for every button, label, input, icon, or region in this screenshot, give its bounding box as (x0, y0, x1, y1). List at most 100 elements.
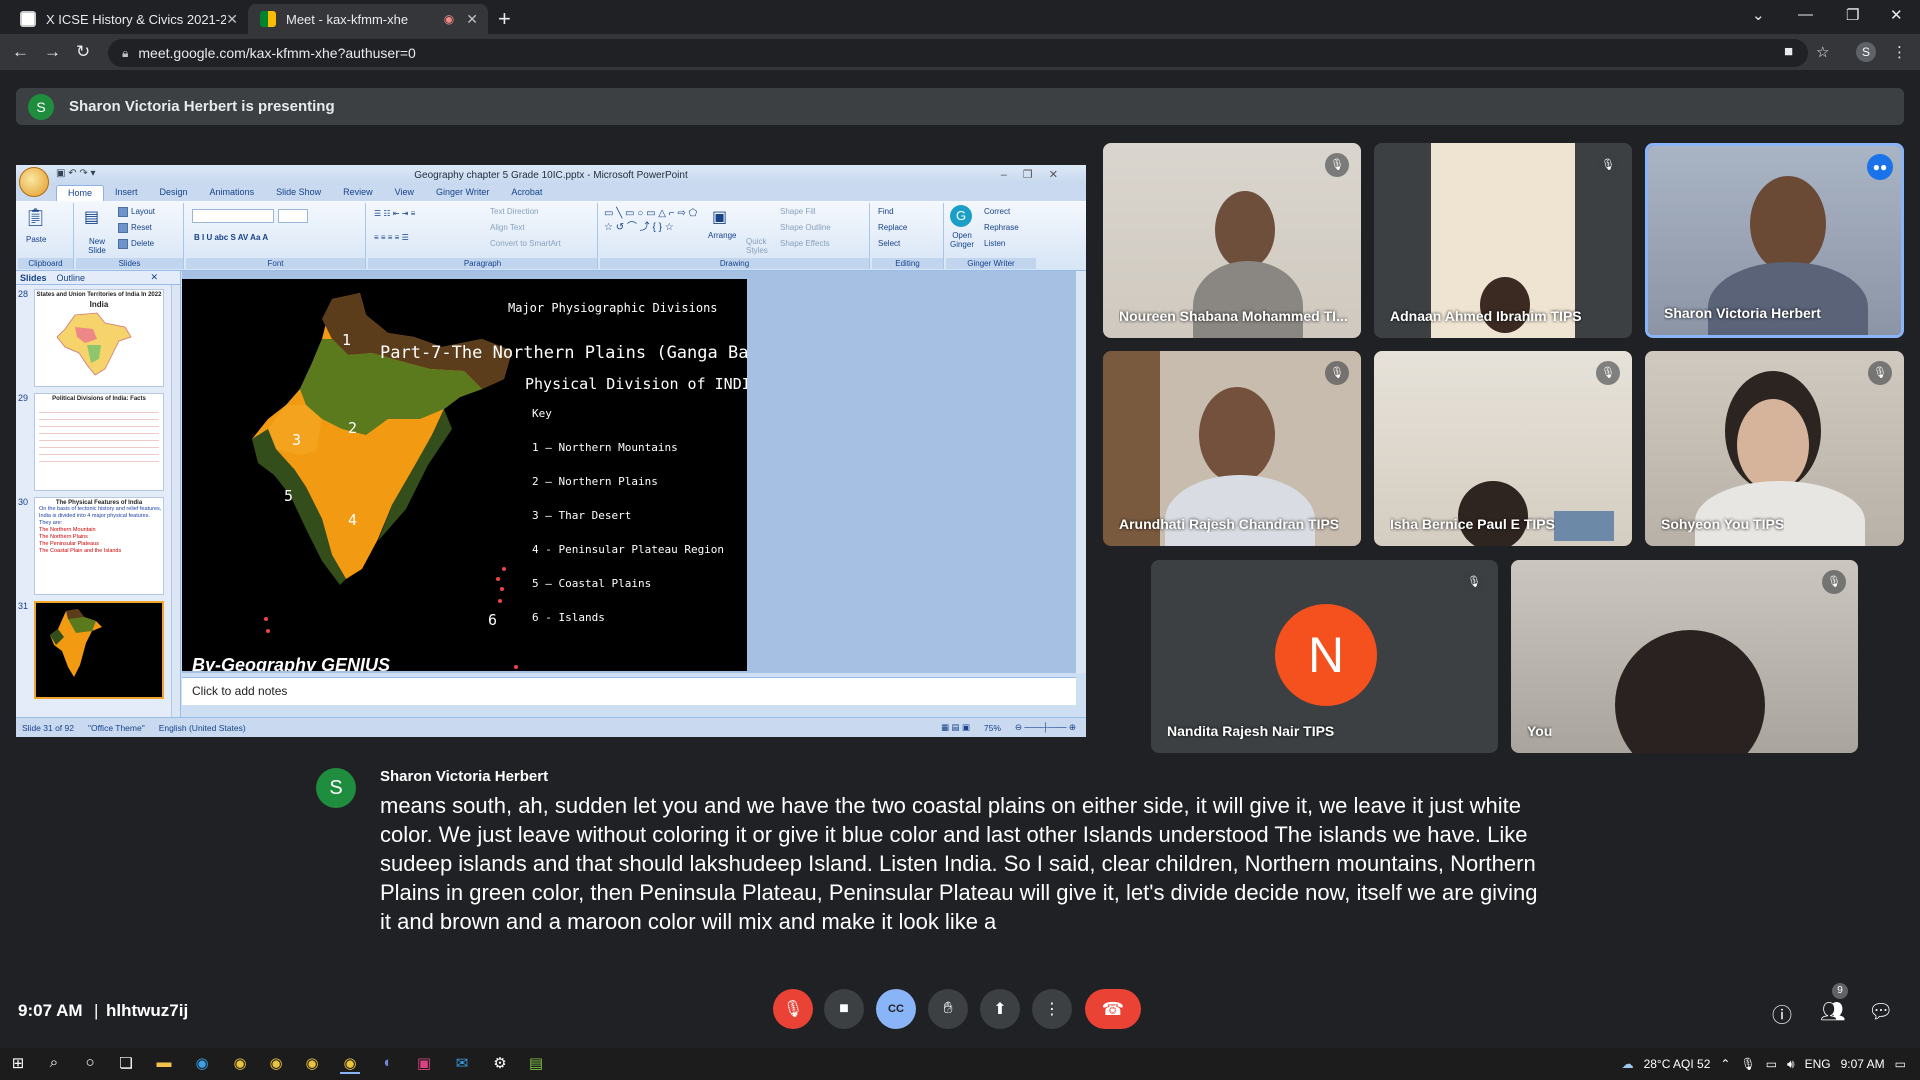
back-icon[interactable]: ← (12, 42, 29, 62)
participant-name: Sharon Victoria Herbert (1664, 305, 1821, 321)
microphone-icon: 🎙︎ (1740, 1057, 1756, 1071)
more-options-button[interactable]: ⋮ (1032, 989, 1072, 1029)
ribbon: 📋︎ Paste Clipboard ▤ New Slide Layout Re… (16, 201, 1086, 271)
reload-icon[interactable]: ↻ (76, 42, 90, 62)
chat-icon[interactable]: 💬︎ (1868, 999, 1893, 1024)
meet-favicon-icon (260, 11, 276, 27)
bookmark-star-icon[interactable]: ☆ (1816, 43, 1829, 61)
separator: | (94, 1001, 99, 1020)
app-icon[interactable]: ▤ (526, 1054, 546, 1072)
india-map-thumbnail (50, 609, 102, 677)
participant-tile-self[interactable]: 🎙︎ You (1511, 560, 1858, 753)
new-tab-button[interactable]: + (498, 6, 511, 32)
edge-icon[interactable]: ◉ (192, 1054, 212, 1072)
ribbon-tab-home: Home (56, 185, 105, 201)
network-icon[interactable]: ▭ (1766, 1057, 1777, 1071)
group-label: Editing (872, 258, 943, 269)
minimize-button[interactable]: — (1798, 6, 1813, 23)
rephrase-label: Rephrase (984, 223, 1019, 232)
ribbon-tab-design: Design (159, 187, 188, 197)
region-number-5: 5 (284, 487, 294, 505)
key-item: 5 – Coastal Plains (532, 577, 652, 590)
slide-scrollbar[interactable] (1076, 271, 1086, 673)
key-item: 1 – Northern Mountains (532, 441, 678, 454)
participant-tile[interactable]: 🎙︎ Arundhati Rajesh Chandran TIPS (1103, 351, 1361, 546)
profile-avatar[interactable]: S (1856, 42, 1876, 62)
camera-icon[interactable]: ■ (1784, 43, 1793, 60)
chrome-icon[interactable]: ◉ (230, 1054, 250, 1072)
windows-start-icon[interactable]: ⊞ (8, 1054, 28, 1072)
participant-tile[interactable]: 🎙︎ Adnaan Ahmed Ibrahim TIPS (1374, 143, 1632, 338)
text-direction-label: Text Direction (490, 207, 539, 216)
cortana-icon[interactable]: ○ (80, 1054, 100, 1071)
pane-scrollbar[interactable] (171, 285, 180, 717)
thumbnail-line: The Northern Mountain (39, 527, 96, 533)
avatar: S (28, 93, 54, 120)
mic-toggle-button[interactable]: 🎙︎ (773, 989, 813, 1029)
present-button[interactable]: ⬆ (980, 989, 1020, 1029)
thumbnail-line: On the basis of tectonic history and rel… (39, 506, 162, 519)
language-indicator[interactable]: ENG (1805, 1057, 1831, 1071)
paste-icon: 📋︎ (24, 207, 47, 227)
taskbar-clock[interactable]: 9:07 AM (1841, 1057, 1885, 1071)
settings-gear-icon[interactable]: ⚙ (490, 1054, 510, 1072)
thumbnail-title: States and Union Territories of India In… (36, 292, 162, 298)
select-label: Select (878, 239, 901, 248)
participant-tile[interactable]: 🎙︎ Isha Bernice Paul E TIPS (1374, 351, 1632, 546)
file-explorer-icon[interactable]: ▬ (154, 1054, 174, 1071)
url-input[interactable]: 🔒︎ meet.google.com/kax-kfmm-xhe?authuser… (108, 39, 1808, 67)
leave-call-button[interactable]: ☎︎ (1085, 989, 1141, 1029)
volume-icon[interactable]: 🔊︎ (1787, 1057, 1795, 1072)
group-label: Font (186, 258, 365, 269)
layout-text: Layout (131, 207, 156, 217)
browser-tab-meet[interactable]: Meet - kax-kfmm-xhe ◉ ✕ (248, 4, 488, 34)
tab-search-icon[interactable]: ⌄ (1752, 6, 1765, 24)
classroom-favicon-icon (20, 11, 36, 27)
view-buttons: ▦ ▤ ▣ (941, 722, 970, 732)
arrange-label: Arrange (708, 231, 737, 240)
close-icon[interactable]: ✕ (466, 11, 478, 28)
browser-tab-history-civics[interactable]: X ICSE History & Civics 2021-202 ✕ (8, 4, 248, 34)
mail-icon[interactable]: ✉ (452, 1054, 472, 1072)
person-head (1750, 176, 1826, 272)
chrome-icon[interactable]: ◉ (266, 1054, 286, 1072)
pane-tabs: Slides Outline ✕ (16, 271, 180, 285)
person-body (1708, 262, 1868, 335)
reset-text: Reset (131, 223, 152, 233)
participant-tile[interactable]: 🎙︎ Sohyeon You TIPS (1645, 351, 1904, 546)
close-icon[interactable]: ✕ (226, 11, 238, 28)
meeting-code: hlhtwuz7ij (106, 1001, 189, 1020)
participant-tile[interactable]: 🎙︎ Noureen Shabana Mohammed TI... (1103, 143, 1361, 338)
maximize-button[interactable]: ❐ (1846, 6, 1859, 24)
notes-pane[interactable]: Click to add notes (182, 677, 1076, 705)
meet-control-bar: 9:07 AM | hlhtwuz7ij 🎙︎ ■ CC ✋︎ ⬆ ⋮ ☎︎ ⓘ… (0, 975, 1920, 1045)
ribbon-tab-insert: Insert (115, 187, 138, 197)
raise-hand-button[interactable]: ✋︎ (928, 989, 968, 1029)
chevron-up-icon[interactable]: ⌃ (1720, 1057, 1730, 1071)
info-icon[interactable]: ⓘ (1772, 999, 1792, 1028)
chrome-icon[interactable]: ◉ (302, 1054, 322, 1072)
camera-toggle-button[interactable]: ■ (824, 989, 864, 1029)
participant-tile[interactable]: N 🎙︎ Nandita Rajesh Nair TIPS (1151, 560, 1498, 753)
chrome-active-icon[interactable]: ◉ (340, 1054, 360, 1074)
tab-title: Meet - kax-kfmm-xhe (286, 11, 409, 27)
india-map-thumbnail (56, 312, 132, 376)
participant-tile-active-speaker[interactable]: ●● Sharon Victoria Herbert (1645, 143, 1904, 338)
person-head (1199, 387, 1275, 483)
menu-icon[interactable]: ⋮ (1892, 43, 1907, 61)
calendar-icon[interactable]: ▣ (414, 1054, 434, 1072)
discord-icon[interactable]: ◐ (378, 1054, 398, 1071)
close-window-button[interactable]: ✕ (1890, 6, 1903, 24)
search-icon[interactable]: ⌕ (44, 1054, 64, 1071)
thumbnail-number: 28 (18, 289, 29, 299)
notifications-icon[interactable]: ▭ (1895, 1057, 1906, 1071)
captions-button[interactable]: CC (876, 989, 916, 1029)
task-view-icon[interactable]: ❏ (116, 1054, 136, 1072)
thumbnail-title: Political Divisions of India: Facts (52, 396, 146, 402)
pane-tab-outline: Outline (56, 272, 86, 283)
people-icon[interactable]: 👥︎ (1820, 999, 1845, 1024)
mic-off-icon: 🎙︎ (1596, 361, 1620, 385)
office-button-icon (19, 167, 49, 197)
find-label: Find (878, 207, 894, 216)
forward-icon[interactable]: → (44, 42, 61, 62)
